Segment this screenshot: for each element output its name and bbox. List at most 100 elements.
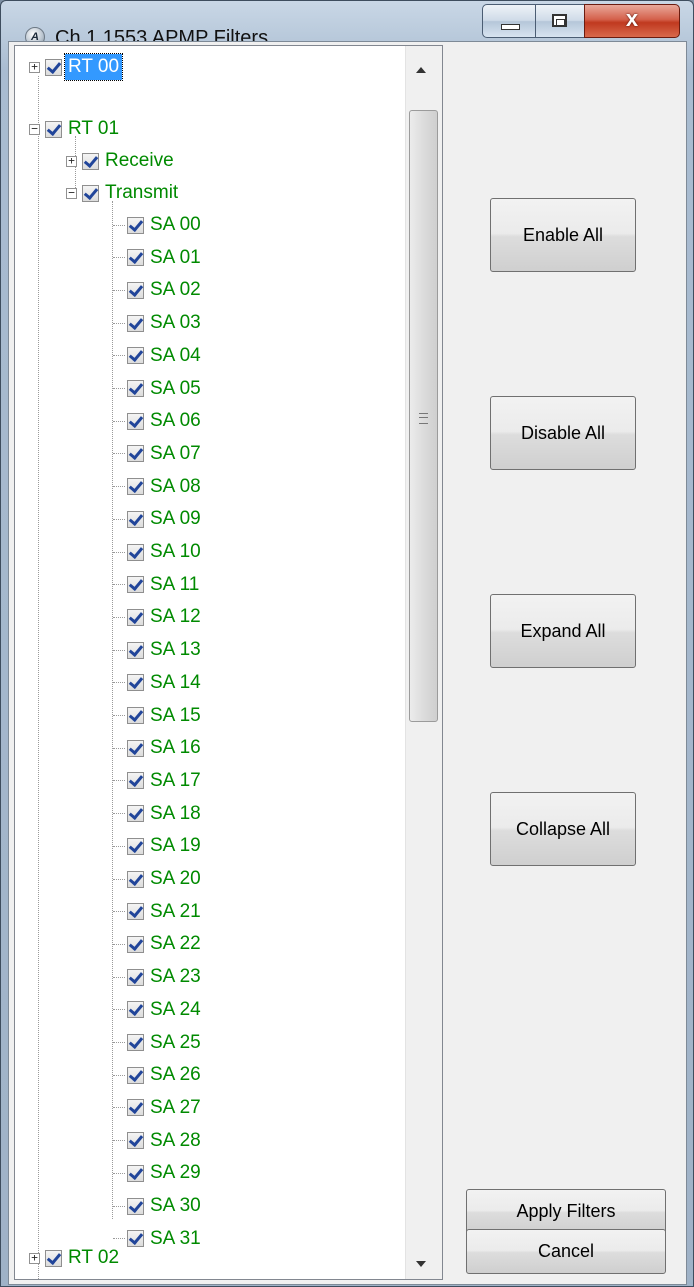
subaddress-checkbox[interactable] — [127, 412, 144, 430]
tree-node-subaddress[interactable]: SA 05 — [113, 374, 204, 404]
subaddress-checkbox[interactable] — [127, 445, 144, 463]
subaddress-checkbox[interactable] — [127, 1034, 144, 1051]
tree-node-subaddress[interactable]: SA 10 — [113, 537, 204, 567]
scroll-up-arrow-icon[interactable] — [416, 67, 426, 73]
rt00-checkbox[interactable] — [45, 58, 62, 76]
tree-node-subaddress[interactable]: SA 30 — [113, 1191, 204, 1221]
tree-node-rt00[interactable]: + RT 00 — [29, 52, 124, 82]
maximize-button[interactable] — [535, 4, 585, 38]
tree-node-rt02[interactable]: + RT 02 — [29, 1243, 122, 1273]
subaddress-checkbox[interactable] — [127, 1197, 144, 1215]
tree-node-subaddress[interactable]: SA 17 — [113, 766, 204, 796]
tree-node-subaddress[interactable]: SA 04 — [113, 341, 204, 371]
collapse-icon[interactable]: − — [66, 187, 77, 199]
subaddress-checkbox[interactable] — [127, 772, 144, 790]
tree-connector-dots — [113, 878, 125, 880]
subaddress-checkbox[interactable] — [127, 903, 144, 921]
tree-node-subaddress[interactable]: SA 03 — [113, 308, 204, 338]
tree-node-subaddress[interactable]: SA 01 — [113, 243, 204, 273]
client-area: + RT 00 − RT 01 + Receive − Transmit SA … — [8, 41, 687, 1285]
subaddress-checkbox[interactable] — [127, 935, 144, 953]
disable-all-button[interactable]: Disable All — [490, 396, 636, 470]
subaddress-checkbox[interactable] — [127, 478, 144, 496]
tree-node-subaddress[interactable]: SA 08 — [113, 472, 204, 502]
subaddress-checkbox[interactable] — [127, 543, 144, 561]
tree-node-subaddress[interactable]: SA 23 — [113, 962, 204, 992]
subaddress-checkbox[interactable] — [127, 674, 144, 692]
tree-node-subaddress[interactable]: SA 18 — [113, 799, 204, 829]
tree-node-subaddress[interactable]: SA 28 — [113, 1126, 204, 1156]
tree-node-label: SA 00 — [150, 214, 201, 235]
subaddress-checkbox[interactable] — [127, 1099, 144, 1117]
subaddress-checkbox[interactable] — [127, 739, 144, 757]
subaddress-checkbox[interactable] — [127, 641, 144, 659]
tree-node-subaddress[interactable]: SA 00 — [113, 210, 204, 240]
subaddress-checkbox[interactable] — [127, 837, 144, 855]
scrollbar-thumb[interactable] — [409, 110, 438, 722]
receive-checkbox[interactable] — [82, 152, 99, 170]
tree-node-subaddress[interactable]: SA 19 — [113, 831, 204, 861]
subaddress-checkbox[interactable] — [127, 805, 144, 823]
subaddress-checkbox[interactable] — [127, 314, 144, 332]
subaddress-checkbox[interactable] — [127, 870, 144, 888]
close-button[interactable]: x — [584, 4, 680, 38]
minimize-button[interactable] — [482, 4, 536, 38]
tree-scrollbar[interactable] — [405, 46, 442, 1279]
subaddress-checkbox[interactable] — [127, 968, 144, 986]
tree-node-subaddress[interactable]: SA 07 — [113, 439, 204, 469]
collapse-all-button[interactable]: Collapse All — [490, 792, 636, 866]
tree-node-transmit[interactable]: − Transmit — [66, 178, 181, 208]
tree-node-subaddress[interactable]: SA 25 — [113, 1028, 204, 1058]
tree-node-subaddress[interactable]: SA 22 — [113, 929, 204, 959]
subaddress-checkbox[interactable] — [127, 1132, 144, 1150]
tree-node-subaddress[interactable]: SA 09 — [113, 504, 204, 534]
transmit-checkbox[interactable] — [82, 184, 99, 202]
enable-all-button[interactable]: Enable All — [490, 198, 636, 272]
subaddress-checkbox[interactable] — [127, 281, 144, 299]
subaddress-checkbox[interactable] — [127, 1230, 144, 1248]
expand-all-button[interactable]: Expand All — [490, 594, 636, 668]
tree-connector-dots — [113, 355, 125, 357]
tree-node-subaddress[interactable]: SA 11 — [113, 570, 202, 600]
expand-icon[interactable]: + — [29, 61, 40, 73]
tree-node-subaddress[interactable]: SA 16 — [113, 733, 204, 763]
subaddress-checkbox[interactable] — [127, 608, 144, 626]
filter-tree[interactable]: + RT 00 − RT 01 + Receive − Transmit SA … — [14, 45, 443, 1280]
collapse-icon[interactable]: − — [29, 123, 40, 135]
apply-filters-button[interactable]: Apply Filters — [466, 1189, 666, 1234]
tree-connector-dots — [113, 551, 125, 553]
subaddress-checkbox[interactable] — [127, 1164, 144, 1182]
subaddress-checkbox[interactable] — [127, 576, 144, 594]
tree-node-rt01[interactable]: − RT 01 — [29, 114, 122, 144]
subaddress-checkbox[interactable] — [127, 707, 144, 724]
subaddress-checkbox[interactable] — [127, 1066, 144, 1084]
tree-node-subaddress[interactable]: SA 31 — [113, 1224, 204, 1254]
subaddress-checkbox[interactable] — [127, 249, 144, 267]
subaddress-checkbox[interactable] — [127, 380, 144, 397]
subaddress-checkbox[interactable] — [127, 1001, 144, 1019]
subaddress-checkbox[interactable] — [127, 510, 144, 528]
tree-node-subaddress[interactable]: SA 21 — [113, 897, 204, 927]
title-bar[interactable]: A Ch 1 1553 APMP Filters x — [1, 1, 693, 49]
tree-node-subaddress[interactable]: SA 12 — [113, 602, 204, 632]
tree-node-subaddress[interactable]: SA 14 — [113, 668, 204, 698]
tree-node-subaddress[interactable]: SA 20 — [113, 864, 204, 894]
tree-node-subaddress[interactable]: SA 02 — [113, 275, 204, 305]
tree-node-subaddress[interactable]: SA 13 — [113, 635, 204, 665]
expand-icon[interactable]: + — [29, 1252, 40, 1264]
tree-node-subaddress[interactable]: SA 06 — [113, 406, 204, 436]
tree-node-subaddress[interactable]: SA 27 — [113, 1093, 204, 1123]
cancel-button[interactable]: Cancel — [466, 1229, 666, 1274]
rt02-checkbox[interactable] — [45, 1249, 62, 1267]
tree-node-subaddress[interactable]: SA 24 — [113, 995, 204, 1025]
rt01-checkbox[interactable] — [45, 120, 62, 138]
tree-node-label: SA 30 — [150, 1195, 201, 1216]
subaddress-checkbox[interactable] — [127, 216, 144, 234]
subaddress-checkbox[interactable] — [127, 347, 144, 365]
tree-node-subaddress[interactable]: SA 15 — [113, 701, 204, 731]
tree-node-subaddress[interactable]: SA 26 — [113, 1060, 204, 1090]
tree-node-receive[interactable]: + Receive — [66, 146, 177, 176]
expand-icon[interactable]: + — [66, 155, 77, 167]
scroll-down-arrow-icon[interactable] — [416, 1261, 426, 1267]
tree-node-subaddress[interactable]: SA 29 — [113, 1158, 204, 1188]
